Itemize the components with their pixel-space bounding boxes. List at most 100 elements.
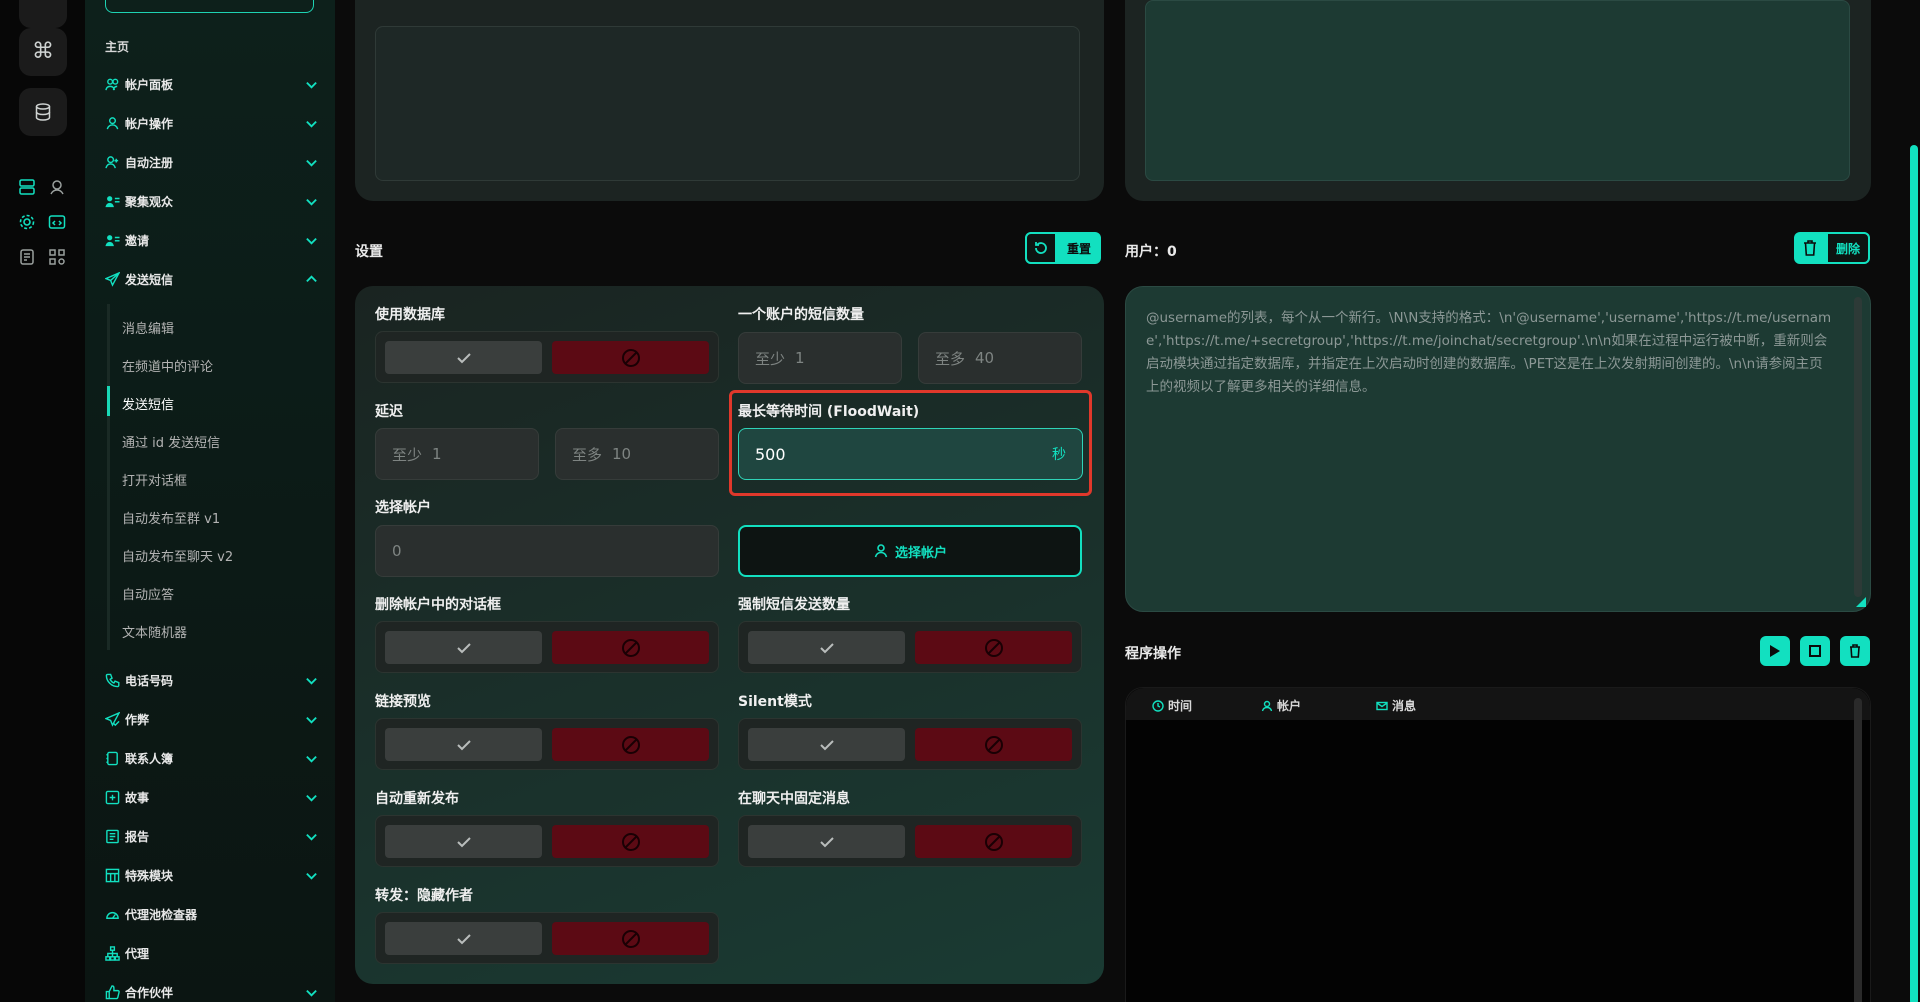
server-icon[interactable] [16, 176, 38, 198]
sidebar-item-label: 联系人簿 [125, 751, 174, 766]
sidebar-item[interactable]: 特殊模块 [104, 862, 318, 888]
reset-icon [1025, 232, 1057, 264]
accounts-input[interactable]: 0 [375, 525, 719, 577]
code-window-icon[interactable] [46, 211, 68, 233]
stop-button[interactable] [1800, 636, 1830, 666]
widgets-icon[interactable] [46, 246, 68, 268]
users-placeholder: @username的列表，每个从一个新行。\N\N支持的格式：\n'@usern… [1146, 310, 1832, 395]
pin-message-toggle[interactable] [738, 815, 1082, 867]
use-db-on[interactable] [385, 341, 542, 374]
force-sms-off[interactable] [915, 631, 1072, 664]
col-account: 帐户 [1261, 697, 1301, 714]
floodwait-input[interactable]: 500 秒 [738, 428, 1083, 480]
use-db-toggle[interactable] [375, 331, 719, 383]
floodwait-value: 500 [755, 444, 786, 464]
delete-dialogs-label: 删除帐户中的对话框 [375, 597, 501, 613]
rail-database-button[interactable] [19, 88, 67, 136]
sidebar-item[interactable]: 聚集观众 [104, 188, 318, 214]
submenu-item[interactable]: 打开对话框 [122, 470, 187, 489]
gear-icon[interactable] [16, 211, 38, 233]
chevron-down-icon [304, 790, 318, 804]
sidebar-item[interactable]: 发送短信 [104, 266, 318, 292]
delete-users-button[interactable]: 删除 [1794, 232, 1870, 264]
rail-command-button[interactable]: ⌘ [19, 28, 67, 76]
sms-min-input[interactable]: 至少 1 [738, 332, 902, 384]
send-icon [104, 271, 120, 287]
submenu-item[interactable]: 自动应答 [122, 584, 174, 603]
col-message: 消息 [1376, 697, 1416, 714]
check-icon [819, 642, 834, 653]
auto-repost-off[interactable] [552, 825, 709, 858]
delete-dialogs-off[interactable] [552, 631, 709, 664]
col-time: 时间 [1152, 697, 1192, 714]
location-icon[interactable] [46, 176, 68, 198]
delay-min-prefix: 至少 [392, 445, 423, 464]
silent-off[interactable] [915, 728, 1072, 761]
pin-message-on[interactable] [748, 825, 905, 858]
sidebar-item[interactable]: 故事 [104, 784, 318, 810]
silent-on[interactable] [748, 728, 905, 761]
sidebar-search-box[interactable] [105, 0, 314, 13]
sidebar-item[interactable]: 自动注册 [104, 149, 318, 175]
forward-on[interactable] [385, 922, 542, 955]
use-db-off[interactable] [552, 341, 709, 374]
sidebar-item[interactable]: 电话号码 [104, 667, 318, 693]
sidebar-item[interactable]: 合作伙伴 [104, 979, 318, 1002]
reset-button[interactable]: 重置 [1025, 232, 1101, 264]
contacts-icon [104, 750, 120, 766]
page-scrollbar-thumb[interactable] [1910, 145, 1918, 1002]
auto-repost-toggle[interactable] [375, 815, 719, 867]
main-content: 设置 重置 使用数据库 一个账户的短信数量 至少 1 至多 40 延迟 至少 1 至多… [335, 0, 1920, 1002]
submenu-item[interactable]: 自动发布至聊天 v2 [122, 546, 233, 565]
play-button[interactable] [1760, 636, 1790, 666]
submenu-item[interactable]: 发送短信 [122, 394, 174, 413]
submenu-item[interactable]: 在频道中的评论 [122, 356, 213, 375]
plus-square-icon [104, 789, 120, 805]
sms-max-value: 40 [975, 349, 995, 367]
delete-dialogs-on[interactable] [385, 631, 542, 664]
delay-max-input[interactable]: 至多 10 [555, 428, 719, 480]
chevron-down-icon [304, 673, 318, 687]
clear-log-button[interactable] [1840, 636, 1870, 666]
sidebar-item[interactable]: 作弊 [104, 706, 318, 732]
forward-off[interactable] [552, 922, 709, 955]
link-preview-on[interactable] [385, 728, 542, 761]
col-account-label: 帐户 [1277, 699, 1302, 713]
sidebar-item[interactable]: 联系人簿 [104, 745, 318, 771]
sidebar-item[interactable]: 帐户面板 [104, 71, 318, 97]
sidebar-item[interactable]: 代理 [104, 940, 318, 966]
sidebar-item[interactable]: 帐户操作 [104, 110, 318, 136]
sidebar-item[interactable]: 代理池检查器 [104, 901, 318, 927]
delay-min-input[interactable]: 至少 1 [375, 428, 539, 480]
log-scrollbar[interactable] [1854, 698, 1862, 1002]
silent-toggle[interactable] [738, 718, 1082, 770]
pin-message-off[interactable] [915, 825, 1072, 858]
document-icon[interactable] [16, 246, 38, 268]
submenu-item[interactable]: 消息编辑 [122, 318, 174, 337]
sidebar-item-label: 帐户操作 [125, 116, 174, 131]
link-preview-off[interactable] [552, 728, 709, 761]
resize-handle-icon[interactable] [1856, 597, 1866, 607]
send-check-icon [104, 711, 120, 727]
sidebar-item-label: 邀请 [125, 233, 150, 248]
delete-dialogs-toggle[interactable] [375, 621, 719, 673]
page-scrollbar-track[interactable] [1908, 0, 1920, 1002]
users-scrollbar[interactable] [1854, 297, 1862, 597]
force-sms-toggle[interactable] [738, 621, 1082, 673]
user-icon [104, 115, 120, 131]
sidebar-item[interactable]: 邀请 [104, 227, 318, 253]
submenu-item[interactable]: 自动发布至群 v1 [122, 508, 220, 527]
submenu-item[interactable]: 通过 id 发送短信 [122, 432, 220, 451]
sms-max-input[interactable]: 至多 40 [918, 332, 1082, 384]
submenu-item[interactable]: 文本随机器 [122, 622, 187, 641]
link-preview-toggle[interactable] [375, 718, 719, 770]
force-sms-on[interactable] [748, 631, 905, 664]
rail-top-button[interactable] [19, 0, 67, 28]
auto-repost-on[interactable] [385, 825, 542, 858]
sidebar-item[interactable]: 报告 [104, 823, 318, 849]
message-textarea[interactable] [375, 26, 1080, 181]
forward-toggle[interactable] [375, 912, 719, 964]
users-textarea[interactable]: @username的列表，每个从一个新行。\N\N支持的格式：\n'@usern… [1125, 286, 1871, 612]
select-accounts-button[interactable]: 选择帐户 [738, 525, 1082, 577]
submenu-active-indicator [107, 386, 110, 416]
